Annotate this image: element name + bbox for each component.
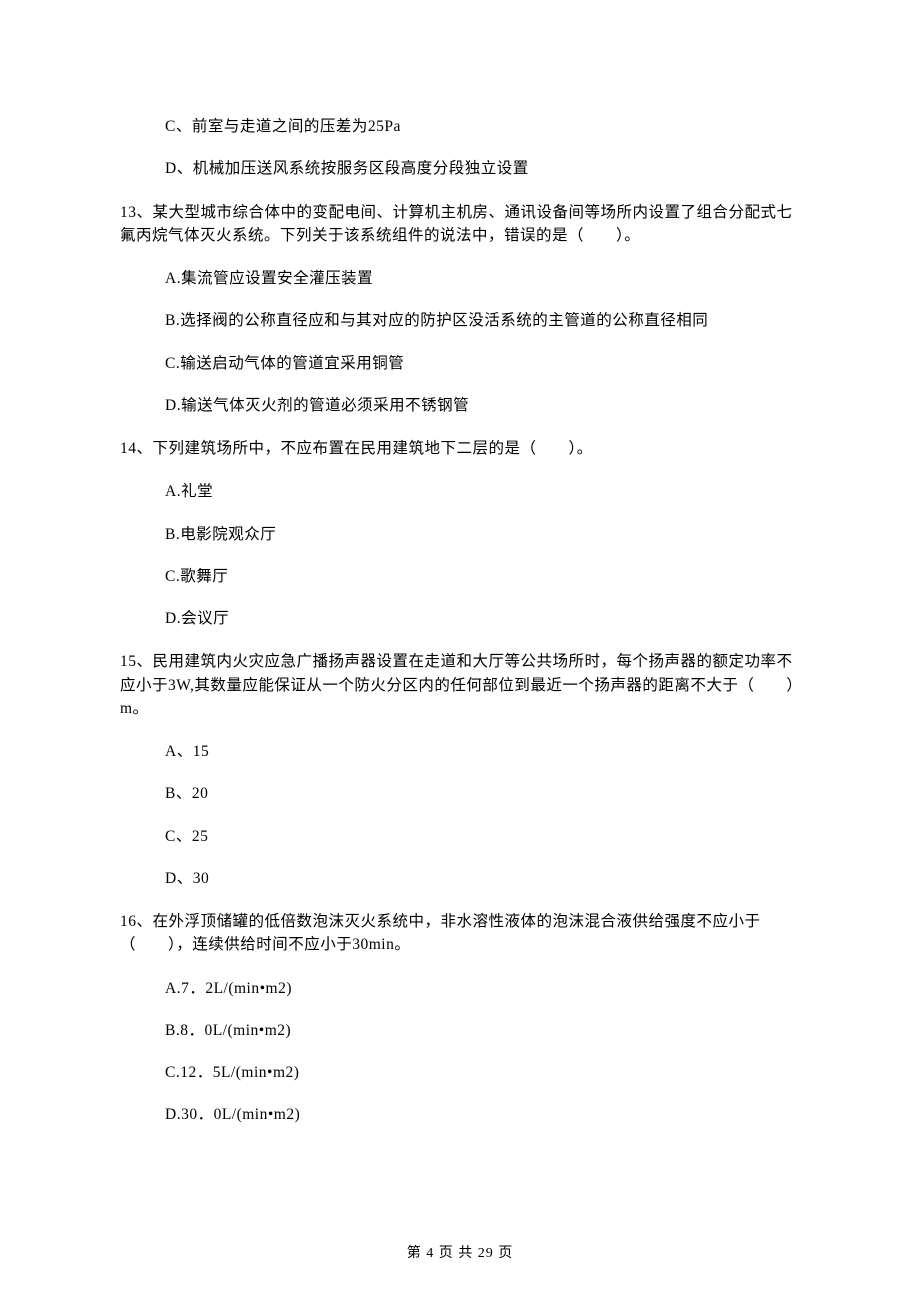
question-13-options: A.集流管应设置安全灌压装置 B.选择阀的公称直径应和与其对应的防护区没活系统的… (120, 267, 802, 417)
question-16-opt-b: B.8．0L/(min•m2) (165, 1019, 802, 1042)
question-16-opt-d: D.30．0L/(min•m2) (165, 1103, 802, 1126)
question-15-opt-a: A、15 (165, 740, 802, 763)
question-16-opt-c: C.12．5L/(min•m2) (165, 1061, 802, 1084)
question-13-opt-d: D.输送气体灭火剂的管道必须采用不锈钢管 (165, 394, 802, 417)
question-16-options: A.7．2L/(min•m2) B.8．0L/(min•m2) C.12．5L/… (120, 977, 802, 1127)
question-13-opt-b: B.选择阀的公称直径应和与其对应的防护区没活系统的主管道的公称直径相同 (165, 309, 802, 332)
prev-option-d: D、机械加压送风系统按服务区段高度分段独立设置 (165, 157, 802, 180)
question-15-opt-c: C、25 (165, 825, 802, 848)
question-15-options: A、15 B、20 C、25 D、30 (120, 740, 802, 890)
question-13-opt-c: C.输送启动气体的管道宜采用铜管 (165, 352, 802, 375)
question-15-opt-d: D、30 (165, 867, 802, 890)
question-14-opt-c: C.歌舞厅 (165, 565, 802, 588)
question-16-stem: 16、在外浮顶储罐的低倍数泡沫灭火系统中，非水溶性液体的泡沫混合液供给强度不应小… (120, 910, 802, 957)
question-16-opt-a: A.7．2L/(min•m2) (165, 977, 802, 1000)
question-13-opt-a: A.集流管应设置安全灌压装置 (165, 267, 802, 290)
question-14-opt-b: B.电影院观众厅 (165, 523, 802, 546)
question-15-stem: 15、民用建筑内火灾应急广播扬声器设置在走道和大厅等公共场所时，每个扬声器的额定… (120, 650, 802, 720)
question-14-options: A.礼堂 B.电影院观众厅 C.歌舞厅 D.会议厅 (120, 480, 802, 630)
question-13-stem: 13、某大型城市综合体中的变配电间、计算机主机房、通讯设备间等场所内设置了组合分… (120, 201, 802, 248)
page-footer: 第 4 页 共 29 页 (0, 1242, 920, 1262)
question-14-opt-a: A.礼堂 (165, 480, 802, 503)
question-15-opt-b: B、20 (165, 782, 802, 805)
page: C、前室与走道之间的压差为25Pa D、机械加压送风系统按服务区段高度分段独立设… (0, 0, 920, 1302)
prev-option-c: C、前室与走道之间的压差为25Pa (165, 115, 802, 138)
question-14-stem: 14、下列建筑场所中，不应布置在民用建筑地下二层的是（ ）。 (120, 437, 802, 460)
question-14-opt-d: D.会议厅 (165, 607, 802, 630)
